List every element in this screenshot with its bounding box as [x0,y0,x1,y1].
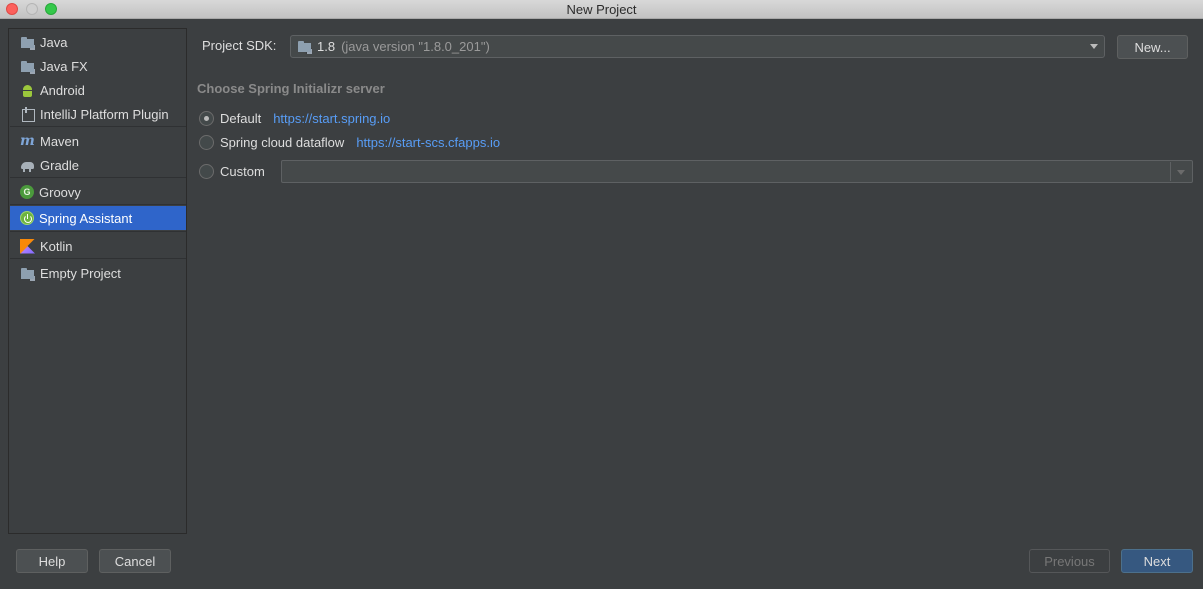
sidebar-divider [10,177,186,178]
sidebar-item-label: Java FX [40,58,88,74]
window-title: New Project [566,2,637,17]
sidebar-item-empty-project[interactable]: Empty Project [10,261,186,285]
previous-button[interactable]: Previous [1029,549,1110,573]
radio-label: Spring cloud dataflow [220,134,345,150]
combo-divider [1170,162,1171,181]
dataflow-server-link[interactable]: https://start-scs.cfapps.io [356,135,500,150]
sidebar-item-label: Java [40,34,68,50]
gradle-icon [20,158,35,173]
sidebar-item-label: Empty Project [40,265,121,281]
sidebar-item-android[interactable]: Android [10,78,186,102]
sidebar-item-label: Groovy [39,184,81,200]
folder-icon [20,35,35,50]
project-sdk-label: Project SDK: [202,38,277,53]
default-radio[interactable] [199,110,214,126]
project-sdk-dropdown[interactable]: 1.8 (java version "1.8.0_201") [290,35,1105,58]
sidebar-item-groovy[interactable]: G Groovy [10,180,186,204]
sidebar-item-java[interactable]: Java [10,30,186,54]
chevron-down-icon[interactable] [1177,170,1185,175]
sidebar-item-maven[interactable]: m Maven [10,129,186,153]
cancel-button[interactable]: Cancel [99,549,171,573]
sidebar-divider [10,126,186,127]
sdk-version: 1.8 [317,39,336,54]
radio-label: Default [220,110,262,126]
groovy-icon: G [20,185,34,199]
sidebar-divider [10,258,186,259]
sidebar-item-label: Kotlin [40,238,73,254]
sidebar-item-gradle[interactable]: Gradle [10,153,186,177]
sidebar-item-label: Spring Assistant [39,210,133,226]
section-title: Choose Spring Initializr server [197,81,385,96]
sidebar-item-label: Maven [40,133,80,149]
sidebar-item-label: Gradle [40,157,80,173]
sidebar-item-label: Android [40,82,85,98]
android-icon [20,83,35,98]
plugin-icon [20,106,35,122]
folder-icon [20,59,35,74]
sidebar-divider [10,204,186,205]
custom-server-url-combo[interactable] [281,160,1193,183]
custom-radio[interactable] [199,163,214,179]
chevron-down-icon [1090,44,1098,49]
sdk-version-detail: (java version "1.8.0_201") [341,39,490,54]
spring-cloud-dataflow-radio[interactable] [199,134,214,150]
sidebar-divider [10,231,186,232]
sidebar-item-spring-assistant[interactable]: Spring Assistant [10,206,186,230]
help-button[interactable]: Help [16,549,88,573]
kotlin-icon [20,238,35,254]
spring-icon [20,211,34,225]
maven-icon: m [20,132,35,149]
next-button[interactable]: Next [1121,549,1193,573]
folder-icon [297,39,312,54]
new-sdk-button[interactable]: New... [1117,35,1188,59]
radio-label: Custom [220,163,265,179]
sidebar-item-kotlin[interactable]: Kotlin [10,234,186,258]
folder-icon [20,266,35,281]
sidebar-item-intellij-platform-plugin[interactable]: IntelliJ Platform Plugin [10,102,186,126]
sidebar-item-label: IntelliJ Platform Plugin [40,106,169,122]
server-option-custom[interactable]: Custom [199,162,265,180]
title-bar: New Project [0,0,1203,19]
server-option-default[interactable]: Default https://start.spring.io [199,109,390,127]
server-option-spring-cloud-dataflow[interactable]: Spring cloud dataflow https://start-scs.… [199,133,500,151]
default-server-link[interactable]: https://start.spring.io [273,111,390,126]
project-type-list: Java Java FX Android IntelliJ Platform P… [8,28,187,534]
sidebar-item-javafx[interactable]: Java FX [10,54,186,78]
